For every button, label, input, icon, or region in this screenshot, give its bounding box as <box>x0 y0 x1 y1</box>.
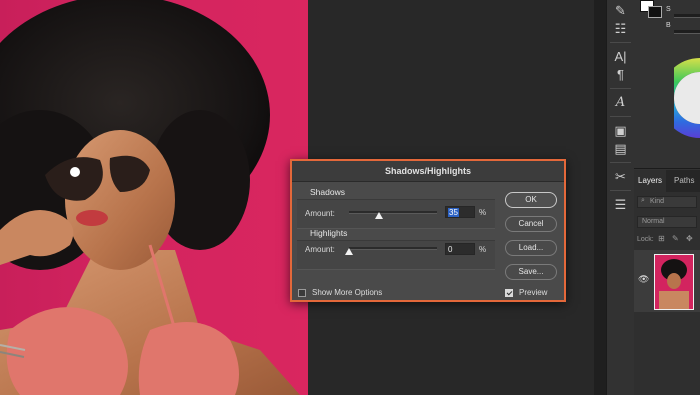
shadows-amount-slider-thumb[interactable] <box>375 212 383 219</box>
highlights-amount-slider[interactable] <box>349 247 437 250</box>
show-more-options-label: Show More Options <box>312 288 383 297</box>
panel-icon-strip: ✎ ☷ A| ¶ A ▣ ▤ ✂ ☰ <box>606 0 635 395</box>
show-more-options-checkbox[interactable] <box>298 289 306 297</box>
preview-checkbox[interactable] <box>505 289 513 297</box>
notes-panel-icon[interactable]: ▤ <box>610 140 631 158</box>
brightness-label: B <box>666 22 671 29</box>
color-panel: S B <box>634 0 700 169</box>
highlights-amount-field[interactable]: 0 <box>445 243 475 255</box>
blend-mode-dropdown[interactable]: Normal <box>637 216 697 228</box>
load-button[interactable]: Load... <box>505 240 557 256</box>
tab-paths[interactable]: Paths <box>670 170 698 192</box>
saturation-label: S <box>666 6 671 13</box>
layer-thumbnail <box>654 254 694 310</box>
highlights-amount-slider-thumb[interactable] <box>345 248 353 255</box>
blend-mode-value: Normal <box>642 218 665 225</box>
highlights-group: Amount: 0 % <box>297 240 495 270</box>
tool-divider <box>610 116 631 117</box>
tool-divider <box>610 42 631 43</box>
kind-filter-dropdown[interactable]: ⌕ Kind <box>637 196 697 208</box>
brush-settings-icon[interactable]: ✎ <box>610 2 631 20</box>
save-button[interactable]: Save... <box>505 264 557 280</box>
character-panel-icon[interactable]: A| <box>610 48 631 66</box>
visibility-eye-icon[interactable]: 👁 <box>638 274 649 285</box>
right-panel-dock: S B Layers Paths ⌕ Kind Normal Lock: ⊞ ✎… <box>634 0 700 395</box>
portrait-image <box>0 0 300 395</box>
shadows-amount-field[interactable]: 35 <box>445 206 475 218</box>
tab-layers[interactable]: Layers <box>634 170 667 192</box>
lock-label: Lock: <box>637 236 654 243</box>
lock-move-icon[interactable]: ✥ <box>686 234 693 243</box>
shadows-group: Amount: 35 % <box>297 199 495 229</box>
highlights-amount-label: Amount: <box>305 245 335 254</box>
brightness-slider-track[interactable] <box>674 30 700 34</box>
highlights-group-label: Highlights <box>310 228 348 238</box>
shadows-amount-value: 35 <box>448 208 459 217</box>
layer-row[interactable]: 👁 <box>634 250 700 312</box>
saturation-slider-track[interactable] <box>674 14 700 18</box>
panel-gutter <box>594 0 606 395</box>
shadows-highlights-dialog: Shadows/Highlights Shadows Amount: 35 % … <box>290 159 566 302</box>
tool-divider <box>610 190 631 191</box>
document-canvas-photo <box>0 0 308 395</box>
image-panel-icon[interactable]: ▣ <box>610 122 631 140</box>
shadows-amount-slider[interactable] <box>349 211 437 214</box>
preview-label: Preview <box>519 288 548 297</box>
lock-transparent-icon[interactable]: ⊞ <box>658 234 665 243</box>
ok-button[interactable]: OK <box>505 192 557 208</box>
layers-panel-tabs: Layers Paths <box>634 170 700 192</box>
tool-divider <box>610 88 631 89</box>
background-color-swatch[interactable] <box>648 6 662 18</box>
dialog-title[interactable]: Shadows/Highlights <box>292 161 564 182</box>
properties-sliders-icon[interactable]: ☰ <box>610 196 631 214</box>
tool-divider <box>610 162 631 163</box>
paragraph-panel-icon[interactable]: ¶ <box>610 66 631 84</box>
cancel-button[interactable]: Cancel <box>505 216 557 232</box>
color-wheel[interactable] <box>674 58 700 138</box>
shadows-amount-label: Amount: <box>305 209 335 218</box>
layers-panel: Layers Paths ⌕ Kind Normal Lock: ⊞ ✎ ✥ 👁 <box>634 170 700 395</box>
kind-filter-placeholder: Kind <box>650 198 665 205</box>
lock-paint-icon[interactable]: ✎ <box>672 234 679 243</box>
highlights-percent-label: % <box>479 245 487 254</box>
adjustment-sliders-icon[interactable]: ☷ <box>610 20 631 38</box>
tools-scissors-icon[interactable]: ✂ <box>610 168 631 186</box>
shadows-group-label: Shadows <box>310 187 345 197</box>
search-icon: ⌕ <box>641 197 645 204</box>
shadows-percent-label: % <box>479 208 487 217</box>
glyphs-panel-icon[interactable]: A <box>610 94 631 112</box>
